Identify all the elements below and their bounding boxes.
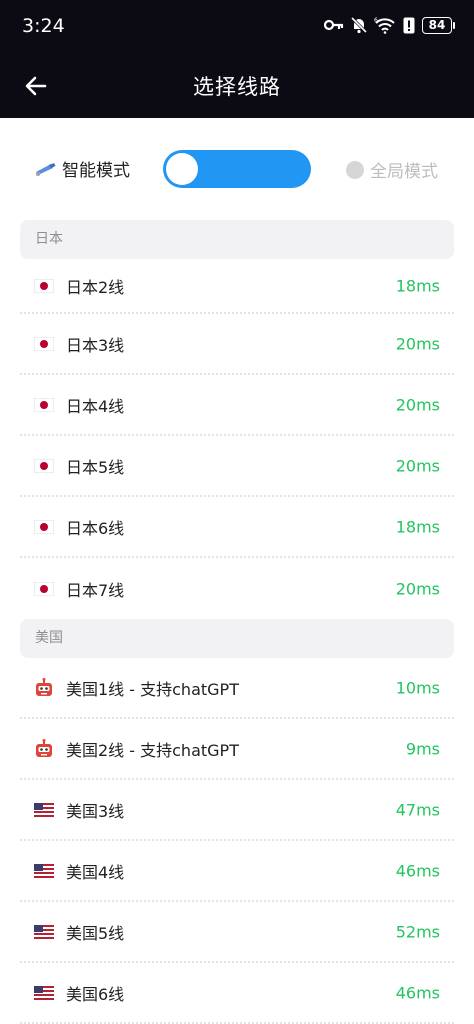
page-title: 选择线路 — [193, 75, 281, 99]
server-list: 日本 日本2线 18ms 日本3线 20ms 日本4线 20ms 日本5线 20… — [0, 220, 474, 1024]
status-icons: 6 84 — [324, 16, 455, 34]
server-latency: 46ms — [395, 861, 440, 880]
server-name: 美国2线 - 支持chatGPT — [66, 740, 239, 760]
section-header-japan: 日本 — [20, 220, 454, 259]
server-name: 美国6线 — [66, 984, 125, 1004]
list-item[interactable]: 日本7线 20ms — [20, 558, 454, 619]
list-item[interactable]: 美国3线 47ms — [20, 780, 454, 841]
list-item[interactable]: 美国4线 46ms — [20, 841, 454, 902]
list-item[interactable]: 日本2线 18ms — [20, 259, 454, 314]
server-name: 美国1线 - 支持chatGPT — [66, 679, 239, 699]
server-latency: 52ms — [395, 922, 440, 941]
telescope-icon — [36, 162, 56, 176]
server-name: 美国4线 — [66, 862, 125, 882]
vpn-key-icon — [324, 19, 344, 31]
server-latency: 10ms — [395, 678, 440, 697]
server-latency: 18ms — [395, 276, 440, 295]
server-name: 日本6线 — [66, 518, 125, 538]
list-item[interactable]: 日本3线 20ms — [20, 314, 454, 375]
japan-flag-icon — [34, 276, 54, 296]
usa-flag-icon — [34, 861, 54, 881]
global-mode-option[interactable]: 全局模式 — [346, 157, 438, 182]
toggle-knob — [166, 153, 198, 185]
usa-flag-icon — [34, 983, 54, 1003]
server-name: 日本5线 — [66, 457, 125, 477]
mute-bell-icon — [351, 16, 367, 34]
japan-flag-icon — [34, 456, 54, 476]
server-name: 日本4线 — [66, 396, 125, 416]
server-latency: 9ms — [405, 739, 440, 758]
mode-toggle-switch[interactable] — [163, 150, 311, 188]
japan-flag-icon — [34, 517, 54, 537]
list-item[interactable]: 美国2线 - 支持chatGPT 9ms — [20, 719, 454, 780]
list-item[interactable]: 美国1线 - 支持chatGPT 10ms — [20, 658, 454, 719]
smart-mode-label: 智能模式 — [62, 161, 130, 181]
global-mode-label: 全局模式 — [370, 162, 438, 182]
list-item[interactable]: 美国6线 46ms — [20, 963, 454, 1024]
app-bar: 选择线路 — [0, 54, 474, 118]
server-latency: 20ms — [395, 334, 440, 353]
server-latency: 20ms — [395, 456, 440, 475]
radio-dot-icon — [346, 160, 364, 179]
robot-icon — [34, 738, 54, 759]
usa-flag-icon — [34, 922, 54, 942]
server-name: 日本7线 — [66, 580, 125, 600]
usa-flag-icon — [34, 800, 54, 820]
status-time: 3:24 — [22, 15, 65, 37]
server-latency: 18ms — [395, 517, 440, 536]
mode-selector: 智能模式 全局模式 — [0, 148, 474, 190]
list-item[interactable]: 日本5线 20ms — [20, 436, 454, 497]
wifi-icon: 6 — [374, 17, 395, 34]
list-item[interactable]: 日本4线 20ms — [20, 375, 454, 436]
status-bar: 3:24 6 84 — [0, 0, 474, 54]
server-latency: 46ms — [395, 983, 440, 1002]
section-header-usa: 美国 — [20, 619, 454, 658]
server-latency: 20ms — [395, 579, 440, 598]
server-name: 美国3线 — [66, 801, 125, 821]
list-item[interactable]: 日本6线 18ms — [20, 497, 454, 558]
japan-flag-icon — [34, 334, 54, 354]
server-name: 日本2线 — [66, 277, 125, 297]
svg-text:6: 6 — [374, 17, 378, 24]
server-name: 美国5线 — [66, 923, 125, 943]
server-name: 日本3线 — [66, 335, 125, 355]
list-item[interactable]: 美国5线 52ms — [20, 902, 454, 963]
server-latency: 20ms — [395, 395, 440, 414]
server-latency: 47ms — [395, 800, 440, 819]
robot-icon — [34, 677, 54, 698]
japan-flag-icon — [34, 579, 54, 599]
battery-indicator: 84 — [422, 16, 455, 34]
alert-icon — [403, 17, 415, 33]
japan-flag-icon — [34, 395, 54, 415]
smart-mode-option[interactable]: 智能模式 — [34, 156, 130, 181]
